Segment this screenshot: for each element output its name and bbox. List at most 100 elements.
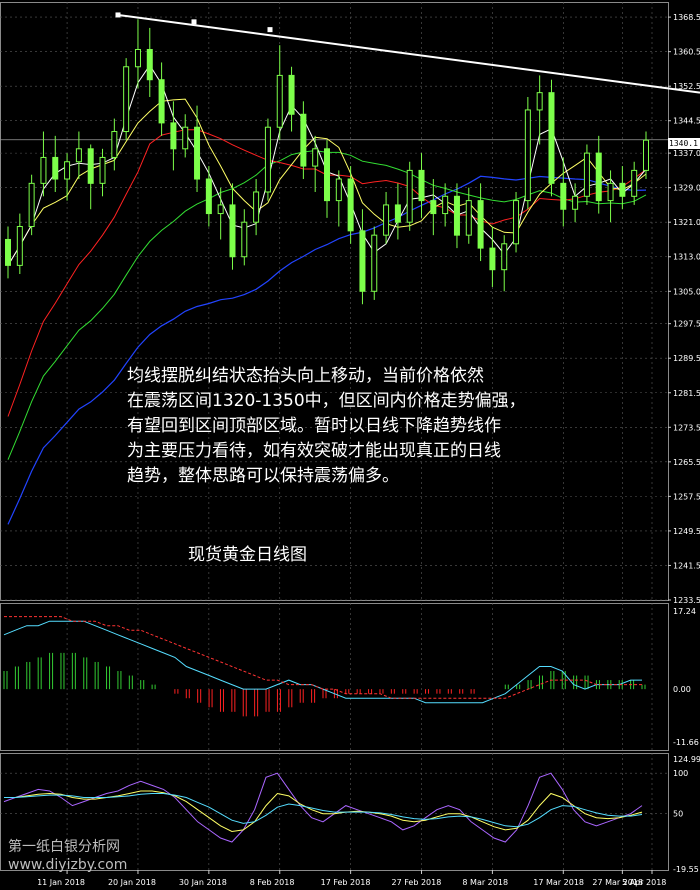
candle-body: [489, 247, 496, 271]
y-tick-label: 1344.5: [673, 117, 700, 126]
x-tick-label: 11 Jan 2018: [37, 878, 85, 887]
x-tick-label: 17 Feb 2018: [321, 878, 371, 887]
candle-body: [300, 113, 307, 167]
macd-signal-line: [4, 616, 642, 699]
candle-body: [359, 230, 366, 292]
oscillator-tick-label: 124.99: [673, 755, 700, 764]
x-tick-label: 20 Jan 2018: [108, 878, 156, 887]
trendline-anchor: [267, 27, 273, 33]
candle-body: [418, 169, 425, 202]
analysis-text: 均线摆脱纠结状态抬头向上移动，当前价格依然 在震荡区间1320-1350中，但区…: [127, 364, 617, 489]
candle-body: [548, 92, 555, 184]
y-tick-label: 1360.5: [673, 48, 700, 57]
candle-body: [383, 204, 390, 236]
candle-body: [371, 234, 378, 292]
macd-tick-label: 0.00: [673, 685, 691, 694]
y-tick-label: 1257.5: [673, 492, 700, 501]
candle-body: [170, 122, 177, 150]
candle-body: [28, 182, 35, 228]
candle-body: [560, 182, 567, 210]
candle-body: [194, 126, 201, 180]
y-tick-label: 1329.0: [673, 184, 700, 193]
current-price-label: 1340.1: [668, 138, 700, 149]
oscillator-fast-line: [3, 772, 643, 843]
candle-body: [40, 156, 47, 184]
candle-body: [501, 243, 508, 271]
analysis-line: 有望回到区间顶部区域。暂时以日线下降趋势线作: [127, 416, 501, 436]
candle-body: [394, 204, 401, 223]
analysis-line: 在震荡区间1320-1350中，但区间内价格走势偏强，: [127, 391, 526, 411]
y-tick-label: 1281.5: [673, 389, 700, 398]
candle-body: [146, 48, 153, 81]
candle-body: [477, 200, 484, 249]
watermark-line: www.diyizby.com: [8, 857, 128, 873]
analysis-line: 均线摆脱纠结状态抬头向上移动，当前价格依然: [127, 366, 484, 386]
y-tick-label: 1313.0: [673, 253, 700, 262]
x-tick-label: 5 Apr 2018: [622, 878, 666, 887]
y-tick-label: 1337.0: [673, 149, 700, 158]
y-tick-label: 1249.5: [673, 527, 700, 536]
analysis-line: 为主要压力看待，如有效突破才能出现真正的日线: [127, 441, 501, 461]
x-tick-label: 8 Mar 2018: [462, 878, 508, 887]
oscillator-tick-label: 50: [673, 810, 683, 819]
candle-body: [312, 148, 319, 167]
candle-body: [253, 191, 260, 223]
oscillator-panel: [3, 772, 643, 843]
candle-body: [465, 200, 472, 236]
x-tick-label: 8 Feb 2018: [250, 878, 295, 887]
macd-tick-label: -11.66: [673, 738, 699, 747]
candle-body: [64, 161, 71, 180]
candle-body: [205, 178, 212, 215]
candle-body: [158, 79, 165, 124]
candle-body: [513, 200, 520, 245]
y-tick-label: 1273.5: [673, 423, 700, 432]
candle-body: [536, 92, 543, 111]
candle-body: [442, 195, 449, 215]
candle-body: [583, 152, 590, 197]
candle-body: [643, 139, 649, 171]
trendline-anchor: [115, 12, 121, 18]
candle-body: [99, 156, 106, 184]
y-tick-label: 1297.5: [673, 320, 700, 329]
candle-body: [5, 238, 11, 266]
candle-body: [229, 204, 236, 258]
candle-body: [134, 48, 141, 68]
candle-body: [335, 178, 342, 202]
candle-body: [241, 221, 248, 258]
candle-body: [631, 169, 638, 197]
watermark: 第一纸白银分析网 www.diyizby.com: [8, 838, 127, 874]
y-tick-label: 1289.5: [673, 354, 700, 363]
y-tick-label: 1368.5: [673, 13, 700, 22]
x-tick-label: 17 Mar 2018: [533, 878, 584, 887]
analysis-line: 趋势，整体思路可以保持震荡偏多。: [127, 466, 399, 486]
candle-body: [524, 109, 531, 202]
candle-body: [264, 126, 271, 193]
candle-body: [87, 148, 94, 184]
candle-body: [607, 182, 614, 202]
candle-body: [453, 195, 460, 236]
y-tick-label: 1352.5: [673, 82, 700, 91]
downtrend-line: [117, 13, 700, 94]
candle-body: [430, 200, 437, 215]
y-tick-label: 1305.0: [673, 287, 700, 296]
candle-body: [406, 169, 413, 223]
candle-body: [75, 148, 82, 163]
y-tick-label: 1241.5: [673, 561, 700, 570]
candle-body: [16, 226, 23, 266]
candle-body: [288, 74, 295, 115]
chart-caption: 现货黄金日线图: [188, 545, 307, 565]
trendline-anchor: [191, 19, 197, 25]
candle-body: [276, 74, 283, 128]
candle-body: [595, 152, 602, 202]
candle-body: [52, 156, 59, 180]
candle-body: [347, 178, 354, 232]
macd-panel: [3, 616, 646, 717]
y-tick-label: 1233.5: [673, 596, 700, 605]
x-tick-label: 30 Jan 2018: [179, 878, 227, 887]
oscillator-tick-label: 100: [673, 769, 688, 778]
x-tick-label: 27 Feb 2018: [392, 878, 442, 887]
candle-body: [324, 148, 330, 202]
y-tick-label: 1321.0: [673, 218, 700, 227]
candle-body: [182, 126, 189, 150]
macd-tick-label: 17.24: [673, 607, 696, 616]
